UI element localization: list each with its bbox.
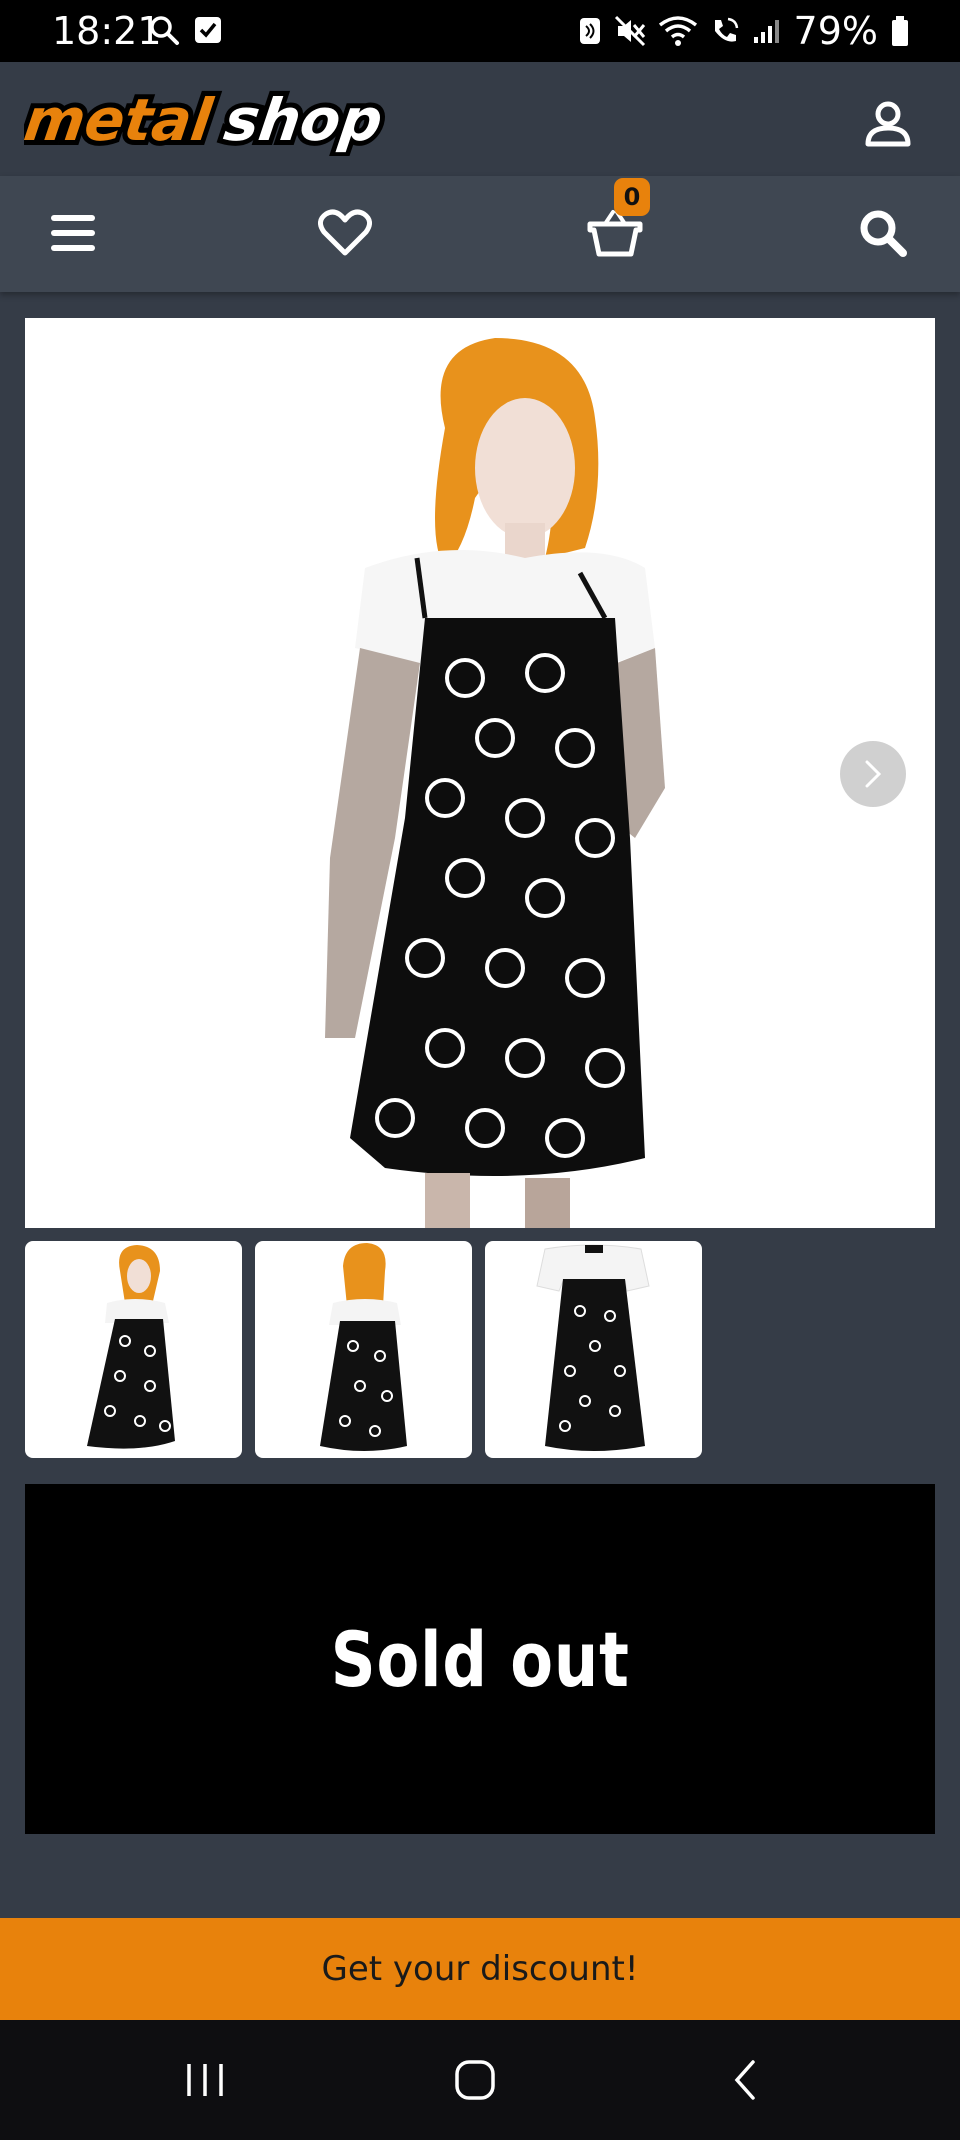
recent-apps-button[interactable] (170, 2048, 240, 2112)
next-image-button[interactable] (840, 741, 906, 807)
nfc-icon (579, 18, 600, 44)
heart-icon (318, 209, 372, 256)
status-left-icons (148, 14, 222, 46)
discount-button[interactable]: Get your discount! (0, 1918, 960, 2020)
wifi-icon (658, 16, 697, 46)
account-button[interactable] (860, 96, 916, 152)
wishlist-button[interactable] (310, 200, 380, 266)
search-icon (860, 210, 907, 257)
home-icon (455, 2060, 495, 2100)
menu-button[interactable] (38, 200, 108, 266)
chevron-right-icon (865, 760, 882, 788)
nav-bar (0, 176, 960, 292)
signal-icon (753, 20, 779, 43)
discount-label: Get your discount! (321, 1949, 639, 1989)
recent-apps-icon (187, 2064, 223, 2096)
hamburger-icon (51, 215, 95, 251)
search-notification-icon (150, 16, 179, 45)
sold-out-panel: Sold out (25, 1484, 935, 1834)
system-navigation-bar (0, 2020, 960, 2140)
status-right: 79% (578, 8, 910, 54)
mute-icon (614, 15, 645, 47)
status-bar: 18:21 79% (0, 0, 960, 62)
home-button[interactable] (440, 2048, 510, 2112)
metalshop-logo[interactable]: metal metal shop shop (15, 81, 440, 161)
back-chevron-icon (734, 2060, 755, 2100)
thumbnail-flat-image (536, 1244, 650, 1451)
back-button[interactable] (710, 2048, 780, 2112)
search-button[interactable] (848, 200, 918, 266)
svg-text:metal: metal (24, 86, 217, 154)
checkbox-notification-icon (195, 17, 221, 43)
battery-icon (892, 16, 908, 46)
site-header: metal metal shop shop (0, 62, 960, 176)
battery-percentage: 79% (793, 9, 878, 53)
svg-text:shop: shop (220, 86, 387, 154)
model-photo (325, 338, 665, 1228)
status-time: 18:21 (52, 9, 162, 53)
user-icon (865, 101, 911, 147)
product-main-image[interactable] (25, 318, 935, 1228)
thumbnail-back-image (320, 1243, 407, 1451)
thumbnail-flat[interactable] (485, 1241, 702, 1458)
thumbnail-back[interactable] (255, 1241, 472, 1458)
cart-count-badge: 0 (614, 178, 650, 216)
thumbnail-front[interactable] (25, 1241, 242, 1458)
thumbnail-strip (25, 1241, 702, 1458)
wifi-calling-icon (714, 17, 738, 42)
sold-out-label: Sold out (330, 1614, 630, 1704)
thumbnail-front-image (87, 1245, 175, 1449)
